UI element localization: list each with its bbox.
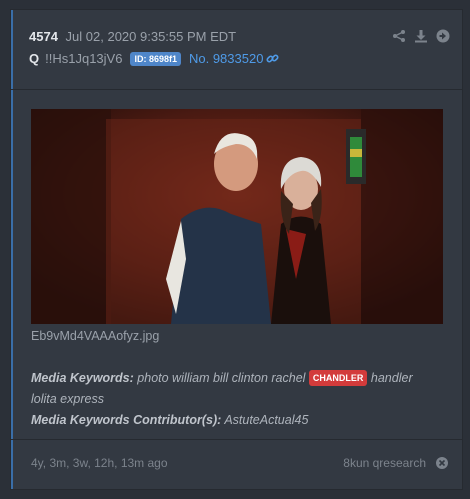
image-filename[interactable]: Eb9vMd4VAAAofyz.jpg: [31, 329, 159, 343]
arrow-right-circle-icon[interactable]: [436, 29, 450, 43]
download-icon[interactable]: [414, 29, 428, 43]
post-actions: [392, 29, 450, 43]
post-photo: [31, 109, 443, 324]
media-keywords-contributor: AstuteActual45: [224, 413, 309, 427]
media-keywords-contributor-label: Media Keywords Contributor(s):: [31, 413, 222, 427]
media-keywords-text: photo william bill clinton rachel: [137, 371, 306, 385]
post-age: 4y, 3m, 3w, 12h, 13m ago: [31, 456, 168, 470]
post-number-link-label: No. 9833520: [188, 51, 264, 66]
post-card: 4574 Jul 02, 2020 9:35:55 PM EDT Q !!Hs1…: [10, 9, 463, 490]
media-keywords: Media Keywords: photo william bill clint…: [31, 368, 441, 431]
post-source: 8kun qresearch: [343, 456, 426, 470]
media-keywords-label: Media Keywords:: [31, 371, 134, 385]
post-footer: 4y, 3m, 3w, 12h, 13m ago 8kun qresearch: [11, 439, 462, 489]
post-header: 4574 Jul 02, 2020 9:35:55 PM EDT Q !!Hs1…: [11, 10, 462, 90]
keyword-highlight-badge: CHANDLER: [308, 370, 368, 386]
post-number: 4574: [29, 29, 58, 44]
post-meta-line: 4574 Jul 02, 2020 9:35:55 PM EDT: [29, 29, 236, 44]
post-id-badge[interactable]: ID: 8698f1: [130, 51, 181, 66]
chain-link-icon: [266, 54, 279, 63]
share-icon[interactable]: [392, 29, 406, 43]
post-number-link[interactable]: No. 9833520: [189, 51, 279, 66]
post-author-line: Q !!Hs1Jq13jV6 ID: 8698f1 No. 9833520: [29, 51, 279, 66]
close-icon[interactable]: [436, 456, 448, 474]
post-tripcode: !!Hs1Jq13jV6: [45, 51, 123, 66]
post-image[interactable]: [31, 109, 443, 324]
post-author: Q: [29, 51, 40, 66]
post-date: Jul 02, 2020 9:35:55 PM EDT: [65, 29, 237, 44]
